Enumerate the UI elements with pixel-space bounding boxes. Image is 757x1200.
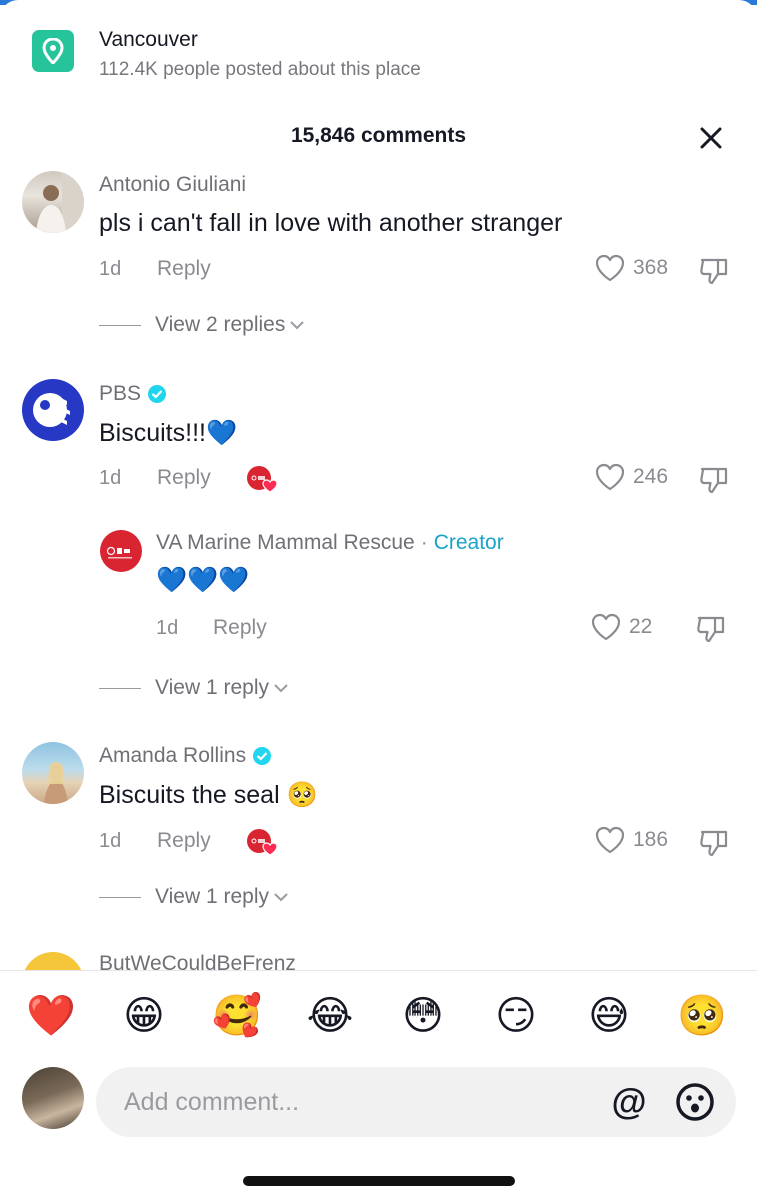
- like-count: 186: [633, 828, 669, 851]
- my-avatar[interactable]: [22, 1067, 84, 1129]
- comment-age: 1d: [99, 258, 122, 280]
- reply-button[interactable]: Reply: [157, 829, 211, 853]
- view-replies-label: View 1 reply: [155, 676, 270, 699]
- emoji-face-icon: [676, 1083, 714, 1121]
- dislike-button[interactable]: [698, 826, 730, 863]
- view-replies-button[interactable]: View 2 replies: [99, 313, 305, 337]
- emoji-laugh[interactable]: 😂: [304, 991, 356, 1041]
- like-button[interactable]: 186: [595, 826, 668, 854]
- reply-text: 💙💙💙: [156, 566, 250, 594]
- close-icon: [700, 127, 722, 149]
- comment-input[interactable]: [124, 1067, 584, 1137]
- emoji-pleading[interactable]: 🥺: [676, 991, 728, 1041]
- view-replies-label: View 1 reply: [155, 885, 270, 908]
- reply-button[interactable]: Reply: [213, 616, 267, 640]
- like-count: 246: [633, 465, 669, 488]
- composer-panel: ❤️ 😁 🥰 😂 😳 😏 😅 🥺 @: [0, 970, 757, 1200]
- close-button[interactable]: [695, 122, 727, 154]
- reply-age: 1d: [156, 617, 179, 639]
- heart-icon: [595, 254, 625, 282]
- comment-text: Biscuits the seal 🥺: [99, 781, 318, 809]
- comment-box[interactable]: @: [96, 1067, 736, 1137]
- emoji-heart[interactable]: ❤️: [25, 991, 77, 1041]
- separator: ·: [420, 531, 428, 554]
- quick-emoji-bar: ❤️ 😁 🥰 😂 😳 😏 😅 🥺: [0, 991, 757, 1047]
- thumbs-down-icon: [700, 830, 728, 857]
- chevron-down-icon: [274, 893, 288, 902]
- reply-button[interactable]: Reply: [157, 466, 211, 490]
- comment-username[interactable]: PBS: [99, 382, 167, 406]
- username-text: Amanda Rollins: [99, 744, 247, 767]
- username-text: PBS: [99, 382, 142, 405]
- comments-sheet: Vancouver 112.4K people posted about thi…: [0, 0, 757, 1200]
- avatar[interactable]: [22, 379, 84, 441]
- like-button[interactable]: 246: [595, 463, 668, 491]
- chevron-down-icon: [290, 321, 305, 330]
- heart-icon: [595, 826, 625, 854]
- verified-badge-icon: [148, 385, 167, 404]
- dislike-button[interactable]: [695, 612, 727, 649]
- comment-age: 1d: [99, 830, 122, 852]
- emoji-picker-button[interactable]: [674, 1081, 716, 1123]
- comment-age: 1d: [99, 467, 122, 489]
- divider: [99, 896, 141, 898]
- verified-badge-icon: [253, 747, 272, 766]
- dislike-button[interactable]: [698, 463, 730, 500]
- comment-text: pls i can't fall in love with another st…: [99, 209, 563, 237]
- divider: [99, 324, 141, 326]
- thumbs-down-icon: [697, 616, 725, 643]
- heart-icon: [591, 613, 621, 641]
- comment-username[interactable]: Antonio Giuliani: [99, 173, 246, 197]
- emoji-flushed[interactable]: 😳: [397, 991, 449, 1041]
- avatar[interactable]: [22, 171, 84, 233]
- location-pin-icon: [32, 30, 74, 72]
- location-title: Vancouver: [99, 28, 198, 51]
- view-replies-button[interactable]: View 1 reply: [99, 885, 289, 909]
- like-count: 368: [633, 256, 669, 279]
- avatar[interactable]: [100, 530, 142, 572]
- home-indicator[interactable]: [243, 1176, 515, 1186]
- reply-username[interactable]: VA Marine Mammal Rescue · Creator: [156, 531, 504, 555]
- liked-by-creator-icon: [246, 827, 278, 857]
- like-button[interactable]: 22: [591, 613, 652, 641]
- location-header[interactable]: Vancouver 112.4K people posted about thi…: [32, 28, 632, 80]
- avatar[interactable]: [22, 742, 84, 804]
- comment-text: Biscuits!!!💙: [99, 419, 238, 447]
- username-text: VA Marine Mammal Rescue: [156, 531, 415, 554]
- liked-by-creator-icon: [246, 464, 278, 494]
- emoji-hearts-face[interactable]: 🥰: [211, 991, 263, 1041]
- emoji-smirk[interactable]: 😏: [490, 991, 542, 1041]
- view-replies-label: View 2 replies: [155, 313, 286, 336]
- emoji-grin[interactable]: 😁: [118, 991, 170, 1041]
- thumbs-down-icon: [700, 467, 728, 494]
- comments-count-title: 15,846 comments: [290, 124, 467, 147]
- reply-button[interactable]: Reply: [157, 257, 211, 281]
- thumbs-down-icon: [700, 258, 728, 285]
- creator-tag: Creator: [433, 531, 504, 554]
- divider: [99, 687, 141, 689]
- like-button[interactable]: 368: [595, 254, 668, 282]
- view-replies-button[interactable]: View 1 reply: [99, 676, 289, 700]
- dislike-button[interactable]: [698, 254, 730, 291]
- emoji-sweat-smile[interactable]: 😅: [583, 991, 635, 1041]
- heart-icon: [595, 463, 625, 491]
- chevron-down-icon: [274, 684, 288, 693]
- mention-button[interactable]: @: [608, 1081, 650, 1123]
- like-count: 22: [629, 615, 653, 638]
- location-subtitle: 112.4K people posted about this place: [99, 59, 421, 80]
- comment-username[interactable]: Amanda Rollins: [99, 744, 272, 768]
